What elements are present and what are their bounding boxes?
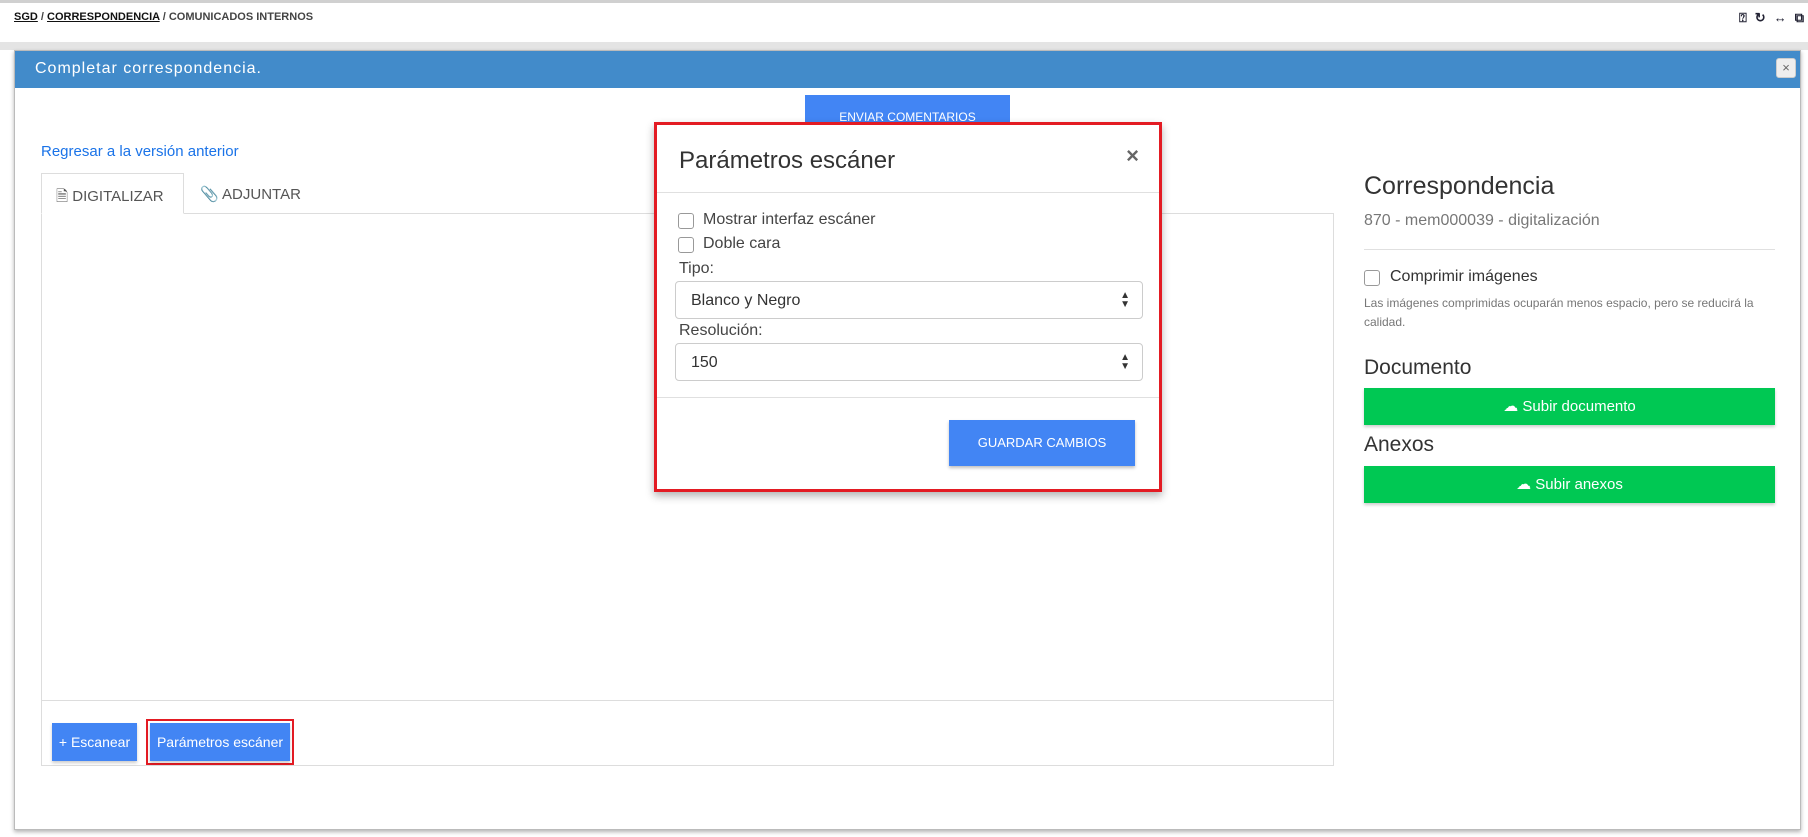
documento-heading: Documento [1364, 356, 1472, 379]
tipo-label: Tipo: [679, 260, 714, 277]
tab-digitalizar[interactable]: 🗎 DIGITALIZAR [41, 173, 184, 214]
tab-label: ADJUNTAR [222, 186, 301, 203]
correspondencia-title: Correspondencia [1364, 172, 1555, 200]
doble-cara-checkbox[interactable] [678, 237, 694, 253]
button-label: Subir documento [1522, 398, 1636, 415]
comprimir-label: Comprimir imágenes [1390, 268, 1538, 285]
tab-adjuntar[interactable]: 📎 ADJUNTAR [186, 173, 315, 214]
restore-icon[interactable]: ⧉ [1795, 10, 1804, 26]
help-icon[interactable]: ⍰ [1739, 10, 1747, 26]
window-title: Completar correspondencia. [35, 60, 262, 77]
regresar-link[interactable]: Regresar a la versión anterior [41, 143, 239, 160]
select-value: Blanco y Negro [691, 292, 801, 309]
divider [1364, 249, 1775, 250]
mostrar-interfaz-checkbox[interactable] [678, 213, 694, 229]
toolbar-strip [0, 42, 1808, 50]
close-icon[interactable]: × [1126, 143, 1139, 169]
dialog-title: Parámetros escáner [679, 147, 896, 174]
divider [42, 700, 1333, 701]
subir-documento-button[interactable]: ☁ Subir documento [1364, 388, 1775, 425]
correspondencia-subtitle: 870 - mem000039 - digitalización [1364, 212, 1600, 229]
top-border [0, 0, 1808, 3]
split-icon[interactable]: ↔ [1774, 10, 1787, 26]
breadcrumb-sgd[interactable]: SGD [14, 11, 38, 23]
breadcrumb-correspondencia[interactable]: CORRESPONDENCIA [47, 11, 160, 23]
refresh-icon[interactable]: ↻ [1755, 10, 1766, 26]
breadcrumb: SGD / CORRESPONDENCIA / COMUNICADOS INTE… [14, 11, 314, 23]
mostrar-interfaz-label: Mostrar interfaz escáner [703, 211, 876, 228]
sort-arrows-icon: ▲ ▼ [1120, 352, 1130, 372]
comprimir-checkbox[interactable] [1364, 270, 1380, 286]
resolucion-select[interactable]: 150 ▲ ▼ [675, 343, 1143, 381]
escanear-button[interactable]: + Escanear [52, 723, 137, 761]
paperclip-icon: 📎 [200, 186, 219, 203]
guardar-cambios-button[interactable]: GUARDAR CAMBIOS [949, 420, 1135, 466]
anexos-heading: Anexos [1364, 433, 1435, 456]
divider [657, 192, 1159, 193]
button-label: Subir anexos [1535, 476, 1623, 493]
window-tools: ⍰ ↻ ↔ ⧉ [1739, 10, 1804, 26]
window-header: Completar correspondencia. [15, 51, 1800, 88]
subir-anexos-button[interactable]: ☁ Subir anexos [1364, 466, 1775, 503]
breadcrumb-current: COMUNICADOS INTERNOS [168, 11, 314, 23]
parametros-escaner-button[interactable]: Parámetros escáner [150, 723, 290, 761]
sort-arrows-icon: ▲ ▼ [1120, 290, 1130, 310]
select-value: 150 [691, 354, 718, 371]
tipo-select[interactable]: Blanco y Negro ▲ ▼ [675, 281, 1143, 319]
window-close-button[interactable]: × [1776, 58, 1796, 78]
parametros-escaner-dialog: Parámetros escáner × Mostrar interfaz es… [654, 122, 1162, 492]
resolucion-label: Resolución: [679, 322, 763, 339]
cloud-upload-icon: ☁ [1516, 476, 1532, 493]
divider [657, 397, 1159, 398]
file-icon: 🗎 [56, 188, 69, 205]
doble-cara-label: Doble cara [703, 235, 781, 252]
tab-label: DIGITALIZAR [72, 188, 164, 205]
comprimir-help: Las imágenes comprimidas ocuparán menos … [1364, 296, 1754, 329]
cloud-upload-icon: ☁ [1503, 398, 1519, 415]
